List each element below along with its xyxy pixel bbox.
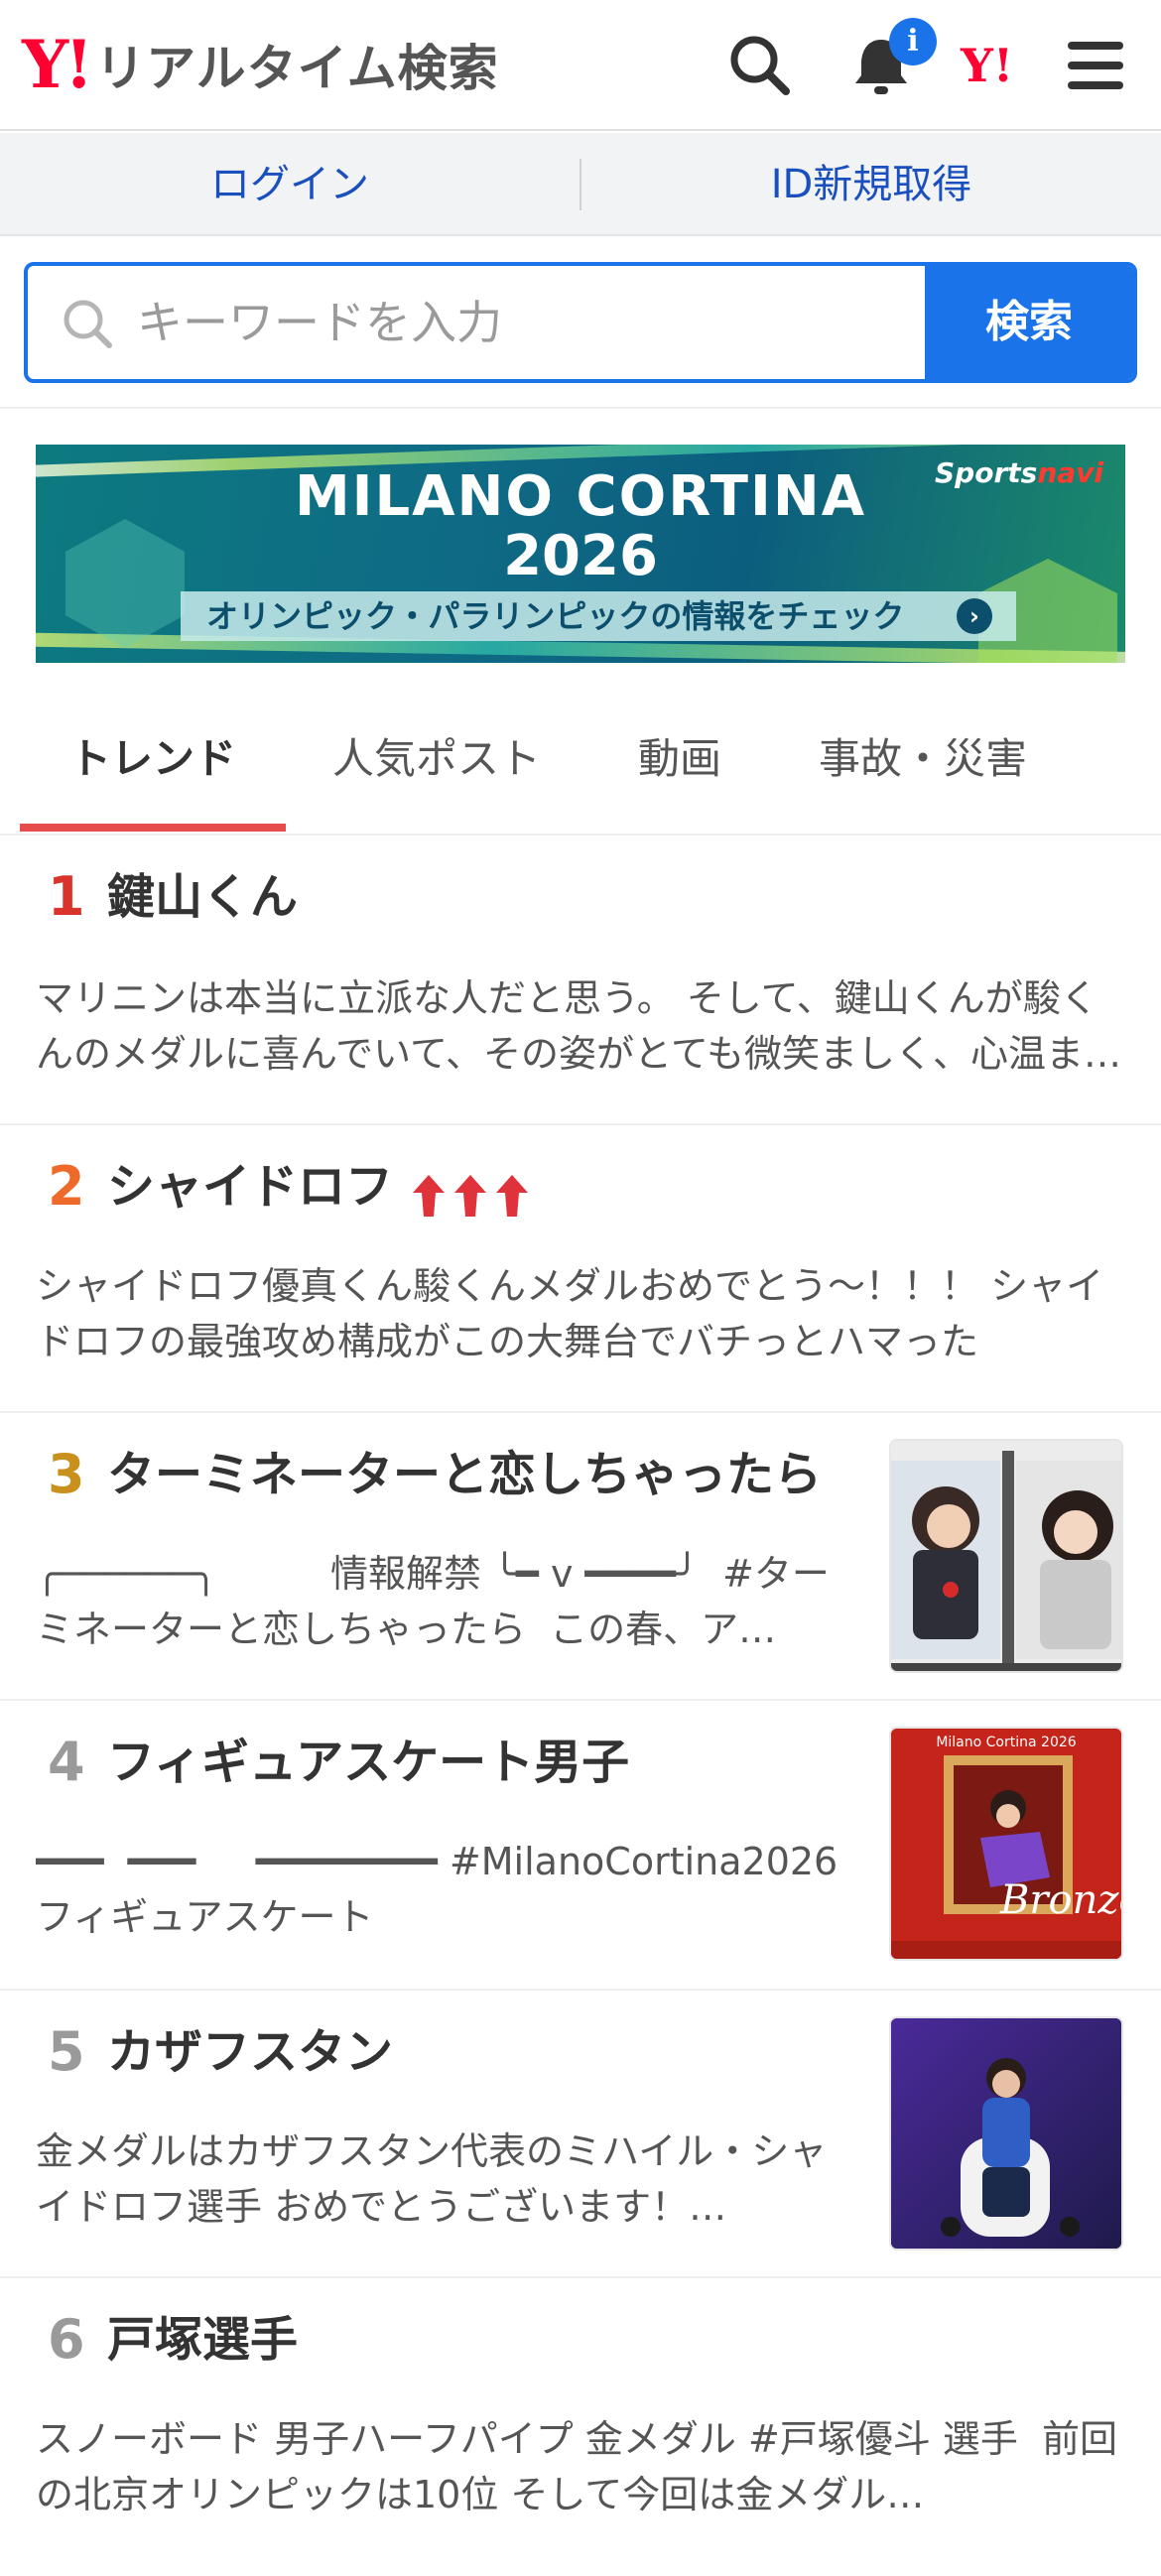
trend-description: ╭──────╮ 情報解禁 ╰━ v ━━━━╯ 󠄀 #ターミネーターと恋しちゃ…: [36, 1552, 830, 1651]
search-input[interactable]: [137, 266, 931, 379]
banner-year: 2026: [503, 524, 658, 588]
search-field-icon: [58, 294, 117, 353]
banner-cta: オリンピック・パラリンピックの情報をチェック ›: [181, 591, 1016, 641]
trend-thumbnail[interactable]: [889, 2016, 1123, 2251]
search-button[interactable]: 検索: [925, 266, 1133, 379]
hamburger-menu-icon[interactable]: [1060, 30, 1131, 101]
category-tabs: トレンド 人気ポスト 動画 事故・災害: [0, 695, 1161, 836]
trend-description: スノーボード 男子ハーフパイプ 金メダル󠄀 #戸塚優斗 選手 󠄀 前回の北京オリ…: [36, 2417, 1118, 2516]
app-header: Y! リアルタイム検索 i Y!: [0, 0, 1161, 131]
logo-mark: Y!: [22, 26, 93, 103]
trend-title[interactable]: フィギュアスケート男子: [107, 1731, 629, 1794]
trend-item[interactable]: 6 戸塚選手 スノーボード 男子ハーフパイプ 金メダル󠄀 #戸塚優斗 選手 󠄀 …: [0, 2278, 1161, 2576]
trend-description: ━━━ 󠄀󠄀 ━━━ 󠄀 󠄀󠄀󠄀󠄀󠄀󠄀󠄀 󠄀󠄀󠄀󠄀󠄀󠄀 󠄀 ━━━━━━━━ #…: [36, 1840, 838, 1939]
yahoo-japan-logo-icon[interactable]: Y!: [961, 36, 1013, 95]
trend-rank: 1: [48, 865, 85, 928]
signup-link[interactable]: ID新規取得: [581, 133, 1161, 236]
trend-thumbnail[interactable]: Milano Cortina 2026 Bronze: [889, 1727, 1123, 1961]
trend-item[interactable]: 5 カザフスタン 金メダルはカザフスタン代表のミハイル・シャイドロフ選手󠄀 おめ…: [0, 1991, 1161, 2278]
drama-poster-image: [891, 1441, 1121, 1671]
logo-text: リアルタイム検索: [95, 40, 499, 97]
trend-thumbnail[interactable]: [889, 1439, 1123, 1673]
skater-bronze-image: [891, 1729, 1121, 1959]
trend-item[interactable]: 4 フィギュアスケート男子 ━━━ 󠄀󠄀 ━━━ 󠄀 󠄀󠄀󠄀󠄀󠄀󠄀󠄀 󠄀󠄀󠄀󠄀󠄀…: [0, 1701, 1161, 1991]
skater-on-stage-image: [891, 2018, 1121, 2249]
tab-accidents-disasters[interactable]: 事故・災害: [784, 695, 1062, 834]
trend-rank: 4: [48, 1731, 85, 1793]
search-box: 検索: [24, 262, 1137, 383]
olympics-banner[interactable]: Sportsnavi MILANO CORTINA 2026 オリンピック・パラ…: [36, 445, 1125, 663]
trend-rank: 5: [48, 2020, 85, 2083]
rising-trend-arrows-icon: [413, 1175, 528, 1217]
thumbnail-caption: Bronze: [1000, 1877, 1121, 1923]
tab-video[interactable]: 動画: [585, 695, 774, 834]
banner-cta-text: オリンピック・パラリンピックの情報をチェック: [206, 597, 905, 635]
active-tab-indicator: [20, 824, 286, 832]
trend-title[interactable]: ターミネーターと恋しちゃったら: [107, 1443, 822, 1506]
trend-title[interactable]: 戸塚選手: [107, 2308, 298, 2372]
banner-title: MILANO CORTINA: [294, 464, 867, 529]
trend-item[interactable]: 2 シャイドロフ シャイドロフ󠄀優真くん󠄀駿くん󠄀メダルおめでとう〜！！！ シャ…: [0, 1125, 1161, 1413]
thumbnail-header: Milano Cortina 2026: [936, 1735, 1077, 1750]
search-icon[interactable]: [724, 30, 796, 101]
trend-description: マリニンは本当に立派な人だと思う。 そして、鍵山くんが駿くんのメダルに喜んでいて…: [36, 976, 1122, 1076]
trend-rank: 2: [48, 1155, 85, 1218]
trend-item[interactable]: 1 鍵山くん マリニンは本当に立派な人だと思う。 そして、鍵山くんが駿くんのメダ…: [0, 836, 1161, 1125]
yahoo-realtime-logo[interactable]: Y! リアルタイム検索: [22, 30, 499, 99]
trend-rank: 6: [48, 2308, 85, 2371]
chevron-right-icon: ›: [957, 598, 992, 634]
tab-trend[interactable]: トレンド: [20, 695, 286, 834]
trend-description: 金メダルはカザフスタン代表のミハイル・シャイドロフ選手󠄀 おめでとうございます！…: [36, 2129, 828, 2229]
trend-description: シャイドロフ󠄀優真くん󠄀駿くん󠄀メダルおめでとう〜！！！ シャイドロフの最強攻め…: [36, 1264, 1104, 1363]
divider: [0, 407, 1161, 409]
trend-title[interactable]: カザフスタン: [107, 2020, 393, 2084]
login-bar: ログイン ID新規取得: [0, 133, 1161, 236]
trend-rank: 3: [48, 1443, 85, 1505]
tab-popular-posts[interactable]: 人気ポスト: [298, 695, 576, 834]
trend-title[interactable]: 鍵山くん: [107, 865, 298, 929]
notification-badge[interactable]: i: [889, 18, 937, 65]
login-link[interactable]: ログイン: [0, 133, 580, 236]
trend-title[interactable]: シャイドロフ: [107, 1155, 393, 1219]
trend-item[interactable]: 3 ターミネーターと恋しちゃったら ╭──────╮ 情報解禁 ╰━ v ━━━…: [0, 1413, 1161, 1701]
